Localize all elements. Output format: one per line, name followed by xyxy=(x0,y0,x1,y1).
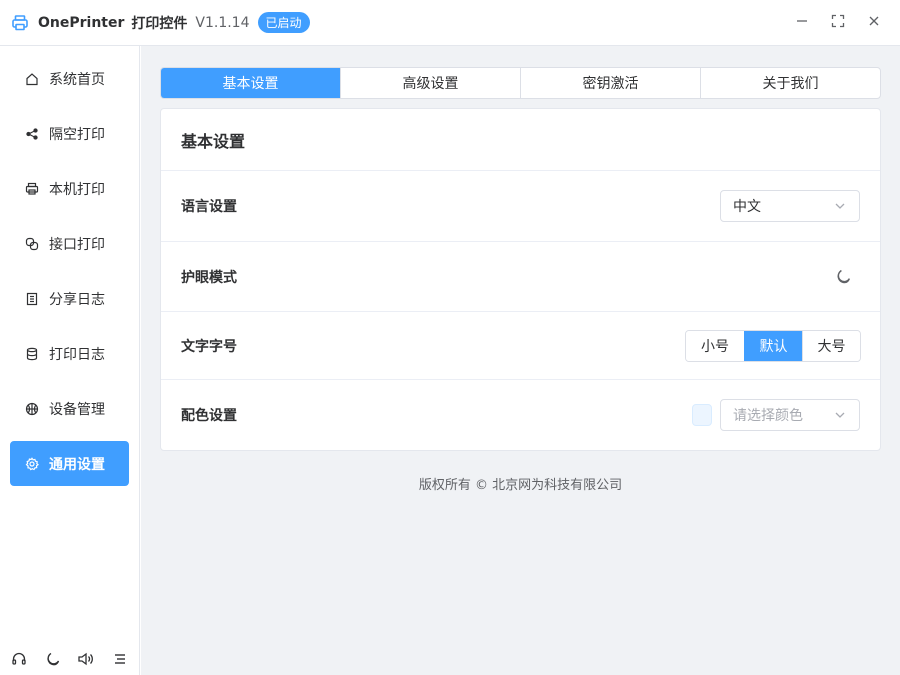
eye-mode-label: 护眼模式 xyxy=(181,269,237,286)
eye-mode-row: 护眼模式 xyxy=(161,242,880,312)
database-icon xyxy=(24,346,40,362)
sidebar-item-share-log[interactable]: 分享日志 xyxy=(10,276,129,321)
title-bar: OnePrinter 打印控件 V1.1.14 已启动 xyxy=(0,0,900,46)
language-label: 语言设置 xyxy=(181,199,237,215)
language-select[interactable]: 中文 xyxy=(720,190,860,222)
font-size-default-button[interactable]: 默认 xyxy=(744,330,802,361)
headset-icon[interactable] xyxy=(9,649,29,669)
maximize-icon xyxy=(831,14,845,32)
close-icon xyxy=(867,14,881,32)
settings-tabs: 基本设置 高级设置 密钥激活 关于我们 xyxy=(160,67,881,99)
sidebar-footer xyxy=(0,645,140,675)
font-size-small-button[interactable]: 小号 xyxy=(686,330,744,361)
document-icon xyxy=(24,291,40,307)
printer-icon xyxy=(24,181,40,197)
sidebar-item-home[interactable]: 系统首页 xyxy=(10,56,129,101)
close-button[interactable] xyxy=(856,5,892,41)
sidebar-item-devices[interactable]: 设备管理 xyxy=(10,386,129,431)
app-version: V1.1.14 xyxy=(195,14,250,31)
moon-icon[interactable] xyxy=(834,268,852,286)
card-title: 基本设置 xyxy=(161,109,880,171)
volume-icon[interactable] xyxy=(76,649,96,669)
sidebar-item-label: 通用设置 xyxy=(49,456,105,473)
color-swatch[interactable] xyxy=(692,404,712,426)
home-icon xyxy=(24,71,40,87)
sidebar-item-print-log[interactable]: 打印日志 xyxy=(10,331,129,376)
tab-activation[interactable]: 密钥激活 xyxy=(520,68,700,98)
tab-basic[interactable]: 基本设置 xyxy=(161,68,340,98)
gear-icon xyxy=(24,456,40,472)
color-select-placeholder: 请选择颜色 xyxy=(733,408,803,424)
minimize-button[interactable] xyxy=(784,5,820,41)
basketball-icon xyxy=(24,401,40,417)
maximize-button[interactable] xyxy=(820,5,856,41)
tab-about[interactable]: 关于我们 xyxy=(700,68,880,98)
language-row: 语言设置 中文 xyxy=(161,171,880,242)
minimize-icon xyxy=(795,14,809,32)
window-controls xyxy=(784,0,900,46)
app-subtitle: 打印控件 xyxy=(131,15,188,32)
moon-icon[interactable] xyxy=(43,649,63,669)
app-name: OnePrinter xyxy=(38,14,125,31)
link-icon xyxy=(24,236,40,252)
share-icon xyxy=(24,126,40,142)
status-badge: 已启动 xyxy=(257,12,310,33)
color-row: 配色设置 请选择颜色 xyxy=(161,380,880,450)
sidebar-item-label: 本机打印 xyxy=(49,181,105,198)
font-size-row: 文字字号 小号 默认 大号 xyxy=(161,312,880,380)
language-select-value: 中文 xyxy=(733,199,761,215)
sidebar-item-settings[interactable]: 通用设置 xyxy=(10,441,129,486)
sidebar-item-label: 系统首页 xyxy=(49,71,105,88)
menu-icon[interactable] xyxy=(110,649,130,669)
font-size-large-button[interactable]: 大号 xyxy=(802,330,860,361)
sidebar-item-local-print[interactable]: 本机打印 xyxy=(10,166,129,211)
main-content: 基本设置 高级设置 密钥激活 关于我们 基本设置 语言设置 中文 护眼模式 文字… xyxy=(141,46,900,675)
chevron-down-icon xyxy=(833,199,847,213)
sidebar-item-airprint[interactable]: 隔空打印 xyxy=(10,111,129,156)
settings-card: 基本设置 语言设置 中文 护眼模式 文字字号 小号 默认 大号 配色设置 请选择… xyxy=(160,108,881,451)
font-size-segmented: 小号 默认 大号 xyxy=(685,329,861,362)
color-select[interactable]: 请选择颜色 xyxy=(720,399,860,431)
printer-icon xyxy=(11,14,29,32)
sidebar-item-label: 隔空打印 xyxy=(49,126,105,143)
sidebar: 系统首页 隔空打印 本机打印 接口打印 分享日志 打印日志 设备管理 通用设置 xyxy=(0,46,140,675)
tab-advanced[interactable]: 高级设置 xyxy=(340,68,520,98)
copyright-text: 版权所有 © 北京网为科技有限公司 xyxy=(418,478,623,493)
font-size-label: 文字字号 xyxy=(181,338,237,355)
sidebar-item-label: 分享日志 xyxy=(49,291,105,308)
color-label: 配色设置 xyxy=(181,408,237,424)
sidebar-item-label: 接口打印 xyxy=(49,236,105,253)
sidebar-item-label: 打印日志 xyxy=(49,346,105,363)
chevron-down-icon xyxy=(833,408,847,422)
sidebar-item-api-print[interactable]: 接口打印 xyxy=(10,221,129,266)
sidebar-item-label: 设备管理 xyxy=(49,401,105,418)
